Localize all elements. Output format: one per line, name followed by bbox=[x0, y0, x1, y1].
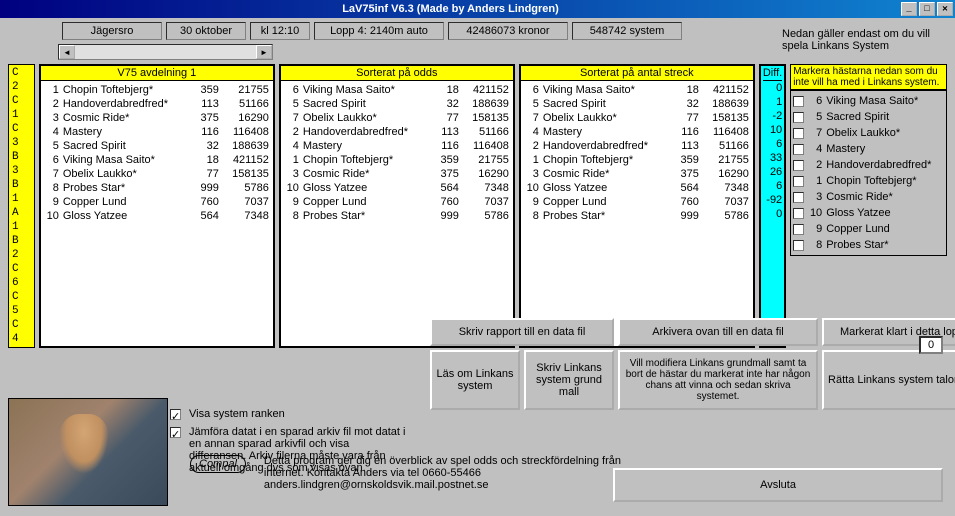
table-row: 7Obelix Laukko*77158135 bbox=[45, 167, 269, 181]
exclude-item: 6Viking Masa Saito* bbox=[793, 93, 944, 109]
table-row: 1Chopin Toftebjerg*35921755 bbox=[525, 153, 749, 167]
exclude-checkbox[interactable] bbox=[793, 128, 804, 139]
footer-text: Detta program ger dig en överblick av sp… bbox=[264, 455, 624, 491]
exclude-item: 8Probes Star* bbox=[793, 237, 944, 253]
table-row: 4Mastery116116408 bbox=[45, 125, 269, 139]
counter-box: 0 bbox=[919, 336, 943, 354]
table-row: 8Probes Star*9995786 bbox=[285, 209, 509, 223]
info-time: kl 12:10 bbox=[250, 22, 310, 40]
table-row: 8Probes Star*9995786 bbox=[525, 209, 749, 223]
compal-logo: Compal bbox=[190, 455, 246, 473]
btn-write-template[interactable]: Skriv Linkans system grund mall bbox=[524, 350, 614, 410]
diff-header: Diff. bbox=[763, 66, 782, 81]
table-row: 2Handoverdabredfred*11351166 bbox=[525, 139, 749, 153]
exclude-checkbox[interactable] bbox=[793, 96, 804, 107]
info-money: 42486073 kronor bbox=[448, 22, 568, 40]
exclude-item: 7Obelix Laukko* bbox=[793, 125, 944, 141]
exclude-checkbox[interactable] bbox=[793, 176, 804, 187]
table-row: 9Copper Lund7607037 bbox=[45, 195, 269, 209]
table-row: 1Chopin Toftebjerg*35921755 bbox=[45, 83, 269, 97]
table-row: 2Handoverdabredfred*11351166 bbox=[45, 97, 269, 111]
exclude-item: 4Mastery bbox=[793, 141, 944, 157]
table-row: 3Cosmic Ride*37516290 bbox=[45, 111, 269, 125]
table-row: 4Mastery116116408 bbox=[285, 139, 509, 153]
table-row: 5Sacred Spirit32188639 bbox=[285, 97, 509, 111]
table-row: 9Copper Lund7607037 bbox=[285, 195, 509, 209]
table-row: 3Cosmic Ride*37516290 bbox=[525, 167, 749, 181]
table3-header: Sorterat på antal streck bbox=[521, 66, 753, 81]
check-compare[interactable]: ✓ bbox=[170, 427, 181, 438]
maximize-button[interactable]: □ bbox=[919, 2, 935, 16]
exclude-checkbox[interactable] bbox=[793, 160, 804, 171]
table2-header: Sorterat på odds bbox=[281, 66, 513, 81]
info-track: Jägersro bbox=[62, 22, 162, 40]
exclude-item: 3Cosmic Ride* bbox=[793, 189, 944, 205]
info-race: Lopp 4: 2140m auto bbox=[314, 22, 444, 40]
check-show-rank[interactable]: ✓ bbox=[170, 409, 181, 420]
exclude-item: 9Copper Lund bbox=[793, 221, 944, 237]
exclude-checkbox[interactable] bbox=[793, 144, 804, 155]
title-text: LaV75inf V6.3 (Made by Anders Lindgren) bbox=[2, 3, 899, 15]
scroll-left-icon[interactable]: ◄ bbox=[59, 45, 75, 59]
btn-archive[interactable]: Arkivera ovan till en data fil bbox=[618, 318, 818, 346]
table1-header: V75 avdelning 1 bbox=[41, 66, 273, 81]
btn-exit[interactable]: Avsluta bbox=[613, 468, 943, 502]
info-date: 30 oktober bbox=[166, 22, 246, 40]
diff-column: Diff. 01-210633266-920 bbox=[759, 64, 786, 348]
minimize-button[interactable]: _ bbox=[901, 2, 917, 16]
btn-correct-talons[interactable]: Rätta Linkans system talonger bbox=[822, 350, 955, 410]
table-row: 5Sacred Spirit32188639 bbox=[45, 139, 269, 153]
table-row: 1Chopin Toftebjerg*35921755 bbox=[285, 153, 509, 167]
table-row: 10Gloss Yatzee5647348 bbox=[285, 181, 509, 195]
table-division: V75 avdelning 1 1Chopin Toftebjerg*35921… bbox=[39, 64, 275, 348]
exclude-checkbox[interactable] bbox=[793, 224, 804, 235]
table-row: 6Viking Masa Saito*18421152 bbox=[45, 153, 269, 167]
btn-read-linkans[interactable]: Läs om Linkans system bbox=[430, 350, 520, 410]
exclude-item: 2Handoverdabredfred* bbox=[793, 157, 944, 173]
titlebar: LaV75inf V6.3 (Made by Anders Lindgren) … bbox=[0, 0, 955, 18]
table-row: 4Mastery116116408 bbox=[525, 125, 749, 139]
exclude-checkbox[interactable] bbox=[793, 240, 804, 251]
exclude-checkbox[interactable] bbox=[793, 208, 804, 219]
rank-codes: C 2C 1C 3B 3B 1A 1B 2C 6C 5C 4 bbox=[8, 64, 35, 348]
info-systems: 548742 system bbox=[572, 22, 682, 40]
table-row: 7Obelix Laukko*77158135 bbox=[525, 111, 749, 125]
table-odds: Sorterat på odds 6Viking Masa Saito*1842… bbox=[279, 64, 515, 348]
table-row: 6Viking Masa Saito*18421152 bbox=[285, 83, 509, 97]
table-row: 10Gloss Yatzee5647348 bbox=[45, 209, 269, 223]
exclude-checkbox[interactable] bbox=[793, 112, 804, 123]
horizontal-scrollbar[interactable]: ◄ ► bbox=[58, 44, 273, 60]
exclude-checklist: 6Viking Masa Saito*5Sacred Spirit7Obelix… bbox=[790, 90, 947, 256]
exclude-item: 5Sacred Spirit bbox=[793, 109, 944, 125]
table-row: 8Probes Star*9995786 bbox=[45, 181, 269, 195]
table-row: 5Sacred Spirit32188639 bbox=[525, 97, 749, 111]
table-row: 3Cosmic Ride*37516290 bbox=[285, 167, 509, 181]
table-streck: Sorterat på antal streck 6Viking Masa Sa… bbox=[519, 64, 755, 348]
exclude-item: 1Chopin Toftebjerg* bbox=[793, 173, 944, 189]
table-row: 2Handoverdabredfred*11351166 bbox=[285, 125, 509, 139]
table-row: 10Gloss Yatzee5647348 bbox=[525, 181, 749, 195]
right-note: Nedan gäller endast om du vill spela Lin… bbox=[782, 28, 947, 52]
scroll-right-icon[interactable]: ► bbox=[256, 45, 272, 59]
exclude-item: 10Gloss Yatzee bbox=[793, 205, 944, 221]
table-row: 9Copper Lund7607037 bbox=[525, 195, 749, 209]
author-photo bbox=[8, 398, 168, 506]
exclude-checkbox[interactable] bbox=[793, 192, 804, 203]
close-button[interactable]: ✕ bbox=[937, 2, 953, 16]
table-row: 6Viking Masa Saito*18421152 bbox=[525, 83, 749, 97]
table-row: 7Obelix Laukko*77158135 bbox=[285, 111, 509, 125]
btn-modify-template[interactable]: Vill modifiera Linkans grundmall samt ta… bbox=[618, 350, 818, 410]
btn-write-report[interactable]: Skriv rapport till en data fil bbox=[430, 318, 614, 346]
yellow-instructions: Markera hästarna nedan som du inte vill … bbox=[790, 64, 947, 90]
